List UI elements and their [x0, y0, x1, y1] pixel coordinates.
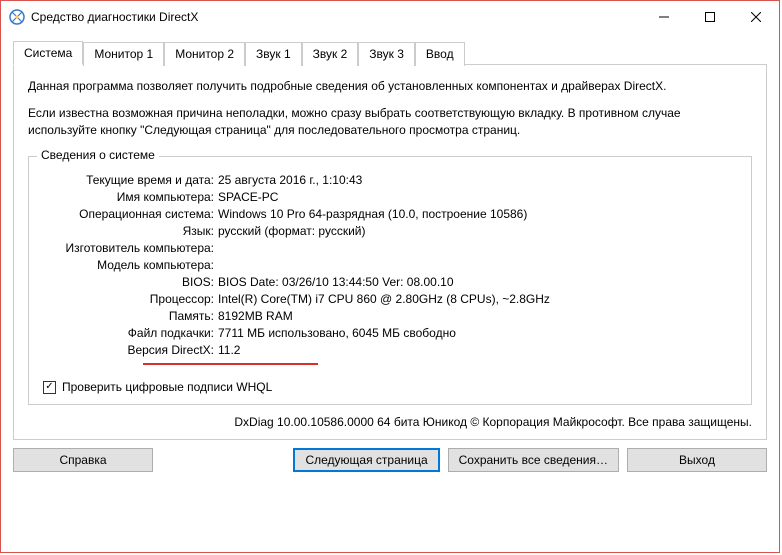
info-label: Файл подкачки:: [43, 326, 218, 340]
button-label: Выход: [679, 453, 715, 467]
info-value: SPACE-PC: [218, 190, 737, 204]
content-area: Система Монитор 1 Монитор 2 Звук 1 Звук …: [1, 33, 779, 482]
window-frame: Средство диагностики DirectX Система Мон…: [0, 0, 780, 553]
info-row-processor: Процессор: Intel(R) Core(TM) i7 CPU 860 …: [43, 292, 737, 306]
whql-checkbox-label: Проверить цифровые подписи WHQL: [62, 380, 272, 394]
exit-button[interactable]: Выход: [627, 448, 767, 472]
info-label: Текущие время и дата:: [43, 173, 218, 187]
tab-bar: Система Монитор 1 Монитор 2 Звук 1 Звук …: [13, 40, 767, 65]
button-label: Справка: [59, 453, 106, 467]
titlebar: Средство диагностики DirectX: [1, 1, 779, 33]
info-label: Процессор:: [43, 292, 218, 306]
info-value: 7711 МБ использовано, 6045 МБ свободно: [218, 326, 737, 340]
help-button[interactable]: Справка: [13, 448, 153, 472]
info-row-memory: Память: 8192MB RAM: [43, 309, 737, 323]
info-label: Изготовитель компьютера:: [43, 241, 218, 255]
tab-label: Звук 3: [369, 47, 404, 61]
app-icon: [9, 9, 25, 25]
window-controls: [641, 2, 779, 32]
info-row-model: Модель компьютера:: [43, 258, 737, 272]
spacer: [161, 448, 285, 472]
intro-text-2: Если известна возможная причина неполадк…: [28, 105, 752, 139]
info-value: русский (формат: русский): [218, 224, 737, 238]
info-label: Язык:: [43, 224, 218, 238]
window-title: Средство диагностики DirectX: [31, 10, 198, 24]
info-row-os: Операционная система: Windows 10 Pro 64-…: [43, 207, 737, 221]
info-value: BIOS Date: 03/26/10 13:44:50 Ver: 08.00.…: [218, 275, 737, 289]
tab-sound-2[interactable]: Звук 2: [302, 42, 359, 66]
highlight-underline: [143, 363, 318, 365]
close-button[interactable]: [733, 2, 779, 32]
maximize-button[interactable]: [687, 2, 733, 32]
next-page-button[interactable]: Следующая страница: [293, 448, 439, 472]
button-label: Сохранить все сведения…: [459, 453, 608, 467]
info-row-manufacturer: Изготовитель компьютера:: [43, 241, 737, 255]
copyright-text: DxDiag 10.00.10586.0000 64 бита Юникод ©…: [28, 415, 752, 429]
groupbox-title: Сведения о системе: [37, 148, 159, 162]
info-value: 8192MB RAM: [218, 309, 737, 323]
tab-input[interactable]: Ввод: [415, 42, 465, 66]
info-row-directx-version: Версия DirectX: 11.2: [43, 343, 737, 357]
tab-monitor-2[interactable]: Монитор 2: [164, 42, 245, 66]
info-row-language: Язык: русский (формат: русский): [43, 224, 737, 238]
button-label: Следующая страница: [305, 453, 427, 467]
tab-system[interactable]: Система: [13, 41, 83, 65]
info-row-bios: BIOS: BIOS Date: 03/26/10 13:44:50 Ver: …: [43, 275, 737, 289]
whql-checkbox-row: ✓ Проверить цифровые подписи WHQL: [43, 380, 737, 394]
info-value: [218, 241, 737, 255]
info-value: 11.2: [218, 343, 737, 357]
info-label: Версия DirectX:: [43, 343, 218, 357]
tab-label: Звук 1: [256, 47, 291, 61]
tab-label: Система: [24, 46, 72, 60]
tab-sound-3[interactable]: Звук 3: [358, 42, 415, 66]
tab-sound-1[interactable]: Звук 1: [245, 42, 302, 66]
tab-label: Звук 2: [313, 47, 348, 61]
whql-checkbox[interactable]: ✓: [43, 381, 56, 394]
minimize-button[interactable]: [641, 2, 687, 32]
intro-text-1: Данная программа позволяет получить подр…: [28, 78, 752, 95]
system-info-group: Сведения о системе Текущие время и дата:…: [28, 156, 752, 405]
info-value: Intel(R) Core(TM) i7 CPU 860 @ 2.80GHz (…: [218, 292, 737, 306]
tab-panel-system: Данная программа позволяет получить подр…: [13, 64, 767, 440]
info-row-datetime: Текущие время и дата: 25 августа 2016 г.…: [43, 173, 737, 187]
info-value: 25 августа 2016 г., 1:10:43: [218, 173, 737, 187]
info-label: BIOS:: [43, 275, 218, 289]
info-value: Windows 10 Pro 64-разрядная (10.0, постр…: [218, 207, 737, 221]
tab-label: Монитор 2: [175, 47, 234, 61]
tab-label: Монитор 1: [94, 47, 153, 61]
tab-monitor-1[interactable]: Монитор 1: [83, 42, 164, 66]
info-label: Имя компьютера:: [43, 190, 218, 204]
info-label: Модель компьютера:: [43, 258, 218, 272]
info-value: [218, 258, 737, 272]
button-row: Справка Следующая страница Сохранить все…: [13, 448, 767, 472]
tab-label: Ввод: [426, 47, 454, 61]
info-row-pagefile: Файл подкачки: 7711 МБ использовано, 604…: [43, 326, 737, 340]
info-row-computer-name: Имя компьютера: SPACE-PC: [43, 190, 737, 204]
info-label: Операционная система:: [43, 207, 218, 221]
info-label: Память:: [43, 309, 218, 323]
save-all-button[interactable]: Сохранить все сведения…: [448, 448, 619, 472]
